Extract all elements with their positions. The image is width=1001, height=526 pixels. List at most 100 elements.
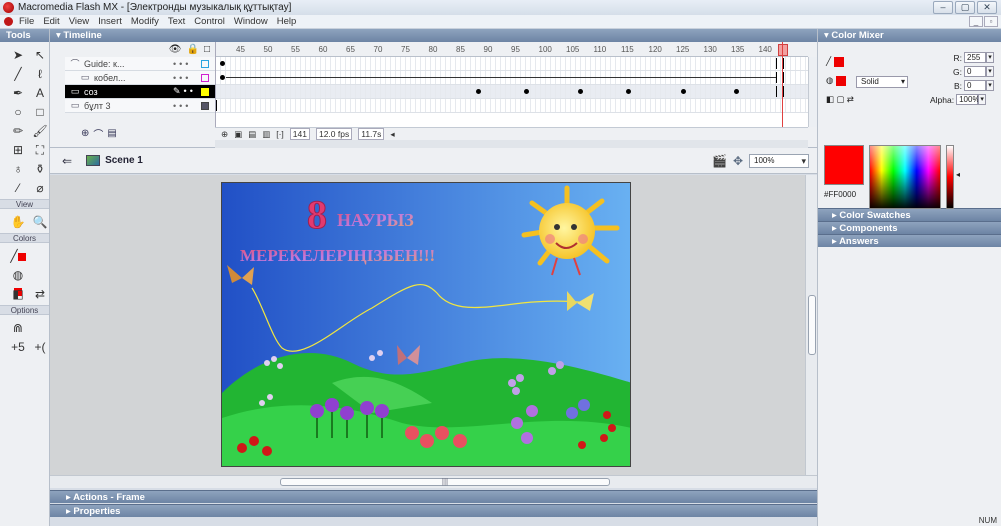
add-folder-icon[interactable]: ▤	[107, 128, 116, 139]
menu-file[interactable]: File	[19, 16, 34, 27]
frame-row[interactable]	[216, 99, 808, 113]
fill-color-well[interactable]: ◍	[826, 75, 847, 86]
menu-help[interactable]: Help	[277, 16, 297, 27]
back-arrow-icon[interactable]: ⇐	[62, 154, 72, 168]
stroke-color-well[interactable]: ╱	[826, 56, 845, 67]
layer-row-selected[interactable]: ▭ соз ✎••	[65, 85, 215, 99]
stroke-color-icon[interactable]: ╱	[9, 248, 27, 264]
hand-tool-icon[interactable]: ✋	[9, 214, 27, 230]
green-slider[interactable]: ▾	[986, 66, 994, 77]
timeline-h-scrollbar[interactable]	[215, 140, 808, 148]
document-icon[interactable]	[4, 17, 13, 26]
onion-skin-icon[interactable]: ▣	[234, 129, 242, 140]
subselect-tool-icon[interactable]: ↖	[31, 47, 49, 63]
menu-modify[interactable]: Modify	[131, 16, 159, 27]
fill-color-icon[interactable]: ◍	[9, 267, 27, 296]
hex-value[interactable]: #FF0000	[824, 190, 856, 199]
movie-stage[interactable]: 8 НАУРЫЗ МЕРЕКЕЛЕРІҢІЗБЕН!!!	[221, 182, 631, 467]
line-tool-icon[interactable]: ╱	[9, 66, 27, 82]
color-swatches-header[interactable]: ▸ Color Swatches	[818, 208, 1001, 221]
menu-text[interactable]: Text	[168, 16, 185, 27]
scroll-left-icon[interactable]: ◂	[390, 129, 394, 140]
color-spectrum[interactable]	[869, 145, 941, 209]
ruler-tick-label: 85	[456, 45, 465, 54]
rectangle-tool-icon[interactable]: □	[31, 104, 49, 120]
tools-header[interactable]: Tools	[0, 29, 49, 42]
center-frame-icon[interactable]: ⊕	[221, 129, 228, 140]
menu-edit[interactable]: Edit	[43, 16, 59, 27]
lock-icon[interactable]: 🔒	[187, 44, 199, 55]
text-tool-icon[interactable]: A	[31, 85, 49, 101]
add-guide-icon[interactable]: ⌒	[93, 126, 103, 141]
onion-outline-icon[interactable]: ▤	[248, 129, 256, 140]
frame-row[interactable]	[216, 57, 808, 71]
brush-tool-icon[interactable]: 🖌	[31, 123, 49, 139]
eyedropper-tool-icon[interactable]: ⁄	[9, 180, 27, 196]
smooth-option-icon[interactable]: +5	[9, 339, 27, 355]
layer-row[interactable]: ⌒ Guide: к... •••	[65, 57, 215, 71]
components-header[interactable]: ▸ Components	[818, 221, 1001, 234]
frame-row[interactable]	[216, 85, 808, 99]
lasso-tool-icon[interactable]: ℓ	[31, 66, 49, 82]
blue-slider[interactable]: ▾	[986, 80, 994, 91]
edit-symbol-icon[interactable]: ✥	[733, 154, 743, 168]
straighten-option-icon[interactable]: +(	[31, 339, 49, 355]
fill-style-select[interactable]: Solid	[856, 76, 908, 88]
default-colors-icon[interactable]: ◧	[9, 286, 27, 302]
alpha-input[interactable]: 100%	[956, 94, 980, 105]
green-input[interactable]: 0	[964, 66, 986, 77]
edit-multiple-icon[interactable]: ▥	[262, 129, 270, 140]
doc-restore-button[interactable]: ▫	[984, 16, 998, 27]
actions-panel-header[interactable]: ▸ Actions - Frame	[50, 490, 817, 503]
timeline-v-scrollbar[interactable]	[808, 57, 817, 127]
menu-view[interactable]: View	[69, 16, 89, 27]
swap-colors-icon[interactable]: ⇄	[31, 286, 49, 302]
stage-v-thumb[interactable]	[808, 295, 816, 355]
red-input[interactable]: 255	[964, 52, 986, 63]
add-layer-icon[interactable]: ⊕	[81, 128, 89, 139]
brightness-bar[interactable]	[946, 145, 954, 209]
menu-window[interactable]: Window	[234, 16, 268, 27]
pencil-tool-icon[interactable]: ✏	[9, 123, 27, 139]
paint-bucket-tool-icon[interactable]: ⚱	[31, 161, 49, 177]
zoom-select[interactable]: 100%	[749, 153, 809, 168]
zoom-tool-icon[interactable]: 🔍	[31, 214, 49, 230]
close-button[interactable]: ✕	[977, 1, 997, 14]
red-slider[interactable]: ▾	[986, 52, 994, 63]
blue-input[interactable]: 0	[964, 80, 986, 91]
menu-insert[interactable]: Insert	[98, 16, 122, 27]
show-hide-icon[interactable]: 👁	[169, 44, 182, 55]
color-mixer-header[interactable]: ▾ Color Mixer	[818, 29, 1001, 42]
pen-tool-icon[interactable]: ✒	[9, 85, 27, 101]
timeline-header[interactable]: ▾ Timeline	[50, 29, 817, 42]
doc-minimize-button[interactable]: _	[969, 16, 983, 27]
alpha-slider[interactable]: ▾	[978, 94, 987, 105]
scene-label[interactable]: Scene 1	[105, 155, 143, 166]
stage-v-scrollbar[interactable]	[805, 175, 817, 475]
fill-transform-tool-icon[interactable]: ⛶	[31, 142, 49, 158]
magnet-option-icon[interactable]: ⋒	[9, 320, 27, 336]
ink-bottle-tool-icon[interactable]: ♁	[9, 161, 27, 177]
maximize-button[interactable]: ▢	[955, 1, 975, 14]
answers-header[interactable]: ▸ Answers	[818, 234, 1001, 247]
stage-h-thumb[interactable]: |||	[280, 478, 610, 486]
layer-row[interactable]: ▭ кобел... •••	[65, 71, 215, 85]
onion-markers-icon[interactable]: [·]	[276, 129, 284, 139]
eraser-tool-icon[interactable]: ⌀	[31, 180, 49, 196]
frame-ruler[interactable]: 45 50 55 60 65 70 75 80 85 90 95 100 105 110 115 120 125…	[216, 42, 808, 57]
frame-row[interactable]	[216, 71, 808, 85]
stage-area[interactable]: 8 НАУРЫЗ МЕРЕКЕЛЕРІҢІЗБЕН!!!	[50, 175, 817, 475]
layer-row[interactable]: ▭ бұлт 3 •••	[65, 99, 215, 113]
edit-scene-icon[interactable]: 🎬	[712, 154, 727, 168]
arrow-tool-icon[interactable]: ➤	[9, 47, 27, 63]
outline-icon[interactable]: □	[204, 44, 210, 55]
right-panel-dock: ▾ Color Mixer ╱ ◍ ◧ ▢ ⇄ Solid R: 255 ▾ G…	[817, 29, 1001, 526]
minimize-button[interactable]: ‒	[933, 1, 953, 14]
brightness-marker-icon: ◂	[956, 170, 961, 179]
properties-panel-header[interactable]: ▸ Properties	[50, 504, 817, 517]
stage-h-scrollbar[interactable]: |||	[50, 475, 817, 488]
oval-tool-icon[interactable]: ○	[9, 104, 27, 120]
menu-control[interactable]: Control	[194, 16, 225, 27]
mixer-swap-icons[interactable]: ◧ ▢ ⇄	[826, 94, 854, 105]
free-transform-tool-icon[interactable]: ⊞	[9, 142, 27, 158]
